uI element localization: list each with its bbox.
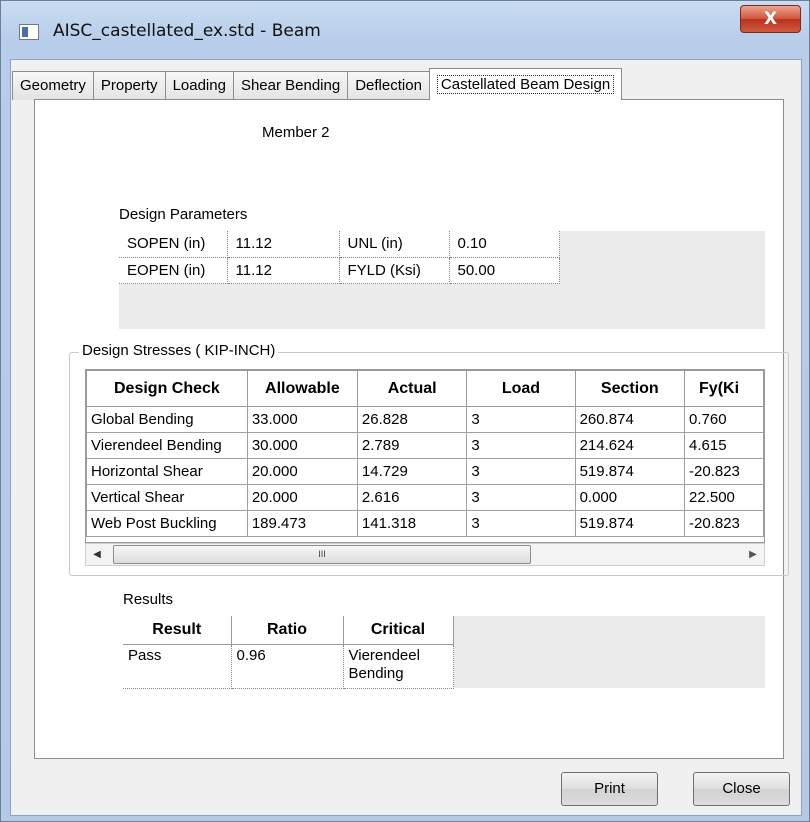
table-cell: 2.789 — [356, 432, 468, 459]
tab-shear-bending[interactable]: Shear Bending — [232, 71, 349, 100]
critical-cell: Vierendeel Bending — [343, 644, 454, 689]
param-value[interactable]: 11.12 — [227, 257, 340, 284]
tab-panel: Member 2 Design Parameters SOPEN (in) 11… — [34, 99, 789, 759]
table-cell: 3 — [466, 510, 576, 537]
table-row[interactable]: Horizontal Shear 20.000 14.729 3 519.874… — [86, 458, 764, 485]
table-cell: 30.000 — [246, 432, 358, 459]
table-cell: Global Bending — [86, 406, 248, 433]
column-header[interactable]: Load — [466, 370, 576, 407]
table-cell: 3 — [466, 432, 576, 459]
design-stresses-table: Design Check Allowable Actual Load Secti… — [86, 370, 764, 537]
scroll-left-icon[interactable]: ◀ — [86, 544, 108, 565]
table-cell: 141.318 — [356, 510, 468, 537]
table-cell: 14.729 — [356, 458, 468, 485]
table-row: Pass 0.96 Vierendeel Bending — [123, 644, 454, 689]
param-value[interactable]: 0.10 — [449, 231, 560, 258]
tab-deflection[interactable]: Deflection — [347, 71, 430, 100]
app-icon — [19, 24, 39, 40]
window-title: AISC_castellated_ex.std - Beam — [53, 21, 321, 41]
param-value[interactable]: 11.12 — [227, 231, 340, 258]
table-cell: 26.828 — [356, 406, 468, 433]
column-header[interactable]: Design Check — [86, 370, 248, 407]
table-cell: 0.760 — [684, 406, 764, 433]
member-label: Member 2 — [262, 124, 330, 141]
title-bar: AISC_castellated_ex.std - Beam X — [1, 1, 809, 59]
table-cell: 214.624 — [574, 432, 686, 459]
beam-window: AISC_castellated_ex.std - Beam X Geometr… — [0, 0, 810, 822]
table-header-row: Result Ratio Critical — [123, 616, 454, 645]
table-cell: Vierendeel Bending — [86, 432, 248, 459]
tab-geometry[interactable]: Geometry — [12, 71, 94, 100]
table-cell: 260.874 — [574, 406, 686, 433]
results-label: Results — [123, 591, 174, 608]
param-name: UNL (in) — [339, 231, 450, 258]
result-cell: Pass — [123, 644, 232, 689]
window-close-button[interactable]: X — [740, 5, 801, 33]
table-header-row: Design Check Allowable Actual Load Secti… — [86, 370, 764, 407]
ratio-cell: 0.96 — [231, 644, 344, 689]
design-stresses-grid[interactable]: Design Check Allowable Actual Load Secti… — [85, 369, 765, 543]
param-value[interactable]: 50.00 — [449, 257, 560, 284]
tab-castellated-label: Castellated Beam Design — [436, 75, 615, 94]
column-header: Critical — [343, 616, 454, 645]
column-header[interactable]: Allowable — [246, 370, 358, 407]
dialog-client: Geometry Property Loading Shear Bending … — [10, 59, 802, 816]
table-row[interactable]: Vertical Shear 20.000 2.616 3 0.000 22.5… — [86, 484, 764, 511]
print-button[interactable]: Print — [561, 772, 658, 806]
table-cell: 20.000 — [246, 484, 358, 511]
table-cell: 519.874 — [574, 510, 686, 537]
param-name: EOPEN (in) — [119, 257, 228, 284]
table-row[interactable]: Web Post Buckling 189.473 141.318 3 519.… — [86, 510, 764, 537]
design-stresses-label: Design Stresses ( KIP-INCH) — [79, 342, 279, 359]
tab-property[interactable]: Property — [92, 71, 166, 100]
table-row: EOPEN (in) 11.12 FYLD (Ksi) 50.00 — [119, 257, 560, 284]
table-row[interactable]: Global Bending 33.000 26.828 3 260.874 0… — [86, 406, 764, 433]
tab-castellated-beam-design[interactable]: Castellated Beam Design — [428, 68, 623, 100]
table-cell: 20.000 — [246, 458, 358, 485]
scroll-thumb[interactable]: III — [113, 545, 531, 564]
results-table[interactable]: Result Ratio Critical Pass 0.96 Vierende… — [123, 616, 454, 689]
column-header[interactable]: Section — [574, 370, 686, 407]
table-cell: 3 — [466, 406, 576, 433]
table-cell: Horizontal Shear — [86, 458, 248, 485]
horizontal-scrollbar[interactable]: ◀ III ▶ — [85, 543, 765, 566]
table-cell: 0.000 — [574, 484, 686, 511]
table-row[interactable]: Vierendeel Bending 30.000 2.789 3 214.62… — [86, 432, 764, 459]
table-cell: 3 — [466, 458, 576, 485]
tab-loading[interactable]: Loading — [164, 71, 234, 100]
design-parameters-label: Design Parameters — [119, 206, 248, 223]
table-cell: 519.874 — [574, 458, 686, 485]
table-cell: 22.500 — [684, 484, 764, 511]
table-cell: Vertical Shear — [86, 484, 248, 511]
table-cell: 2.616 — [356, 484, 468, 511]
column-header[interactable]: Fy(Ki — [684, 370, 764, 407]
scroll-right-icon[interactable]: ▶ — [742, 544, 764, 565]
table-cell: -20.823 — [684, 458, 764, 485]
param-name: FYLD (Ksi) — [339, 257, 450, 284]
table-cell: Web Post Buckling — [86, 510, 248, 537]
close-button[interactable]: Close — [693, 772, 790, 806]
table-cell: 3 — [466, 484, 576, 511]
table-cell: 189.473 — [246, 510, 358, 537]
tab-strip: Geometry Property Loading Shear Bending … — [12, 68, 623, 100]
table-cell: 33.000 — [246, 406, 358, 433]
table-row: SOPEN (in) 11.12 UNL (in) 0.10 — [119, 231, 560, 258]
table-cell: -20.823 — [684, 510, 764, 537]
table-cell: 4.615 — [684, 432, 764, 459]
design-parameters-table[interactable]: SOPEN (in) 11.12 UNL (in) 0.10 EOPEN (in… — [119, 231, 560, 284]
param-name: SOPEN (in) — [119, 231, 228, 258]
column-header[interactable]: Actual — [356, 370, 468, 407]
column-header: Ratio — [231, 616, 344, 645]
column-header: Result — [123, 616, 232, 645]
